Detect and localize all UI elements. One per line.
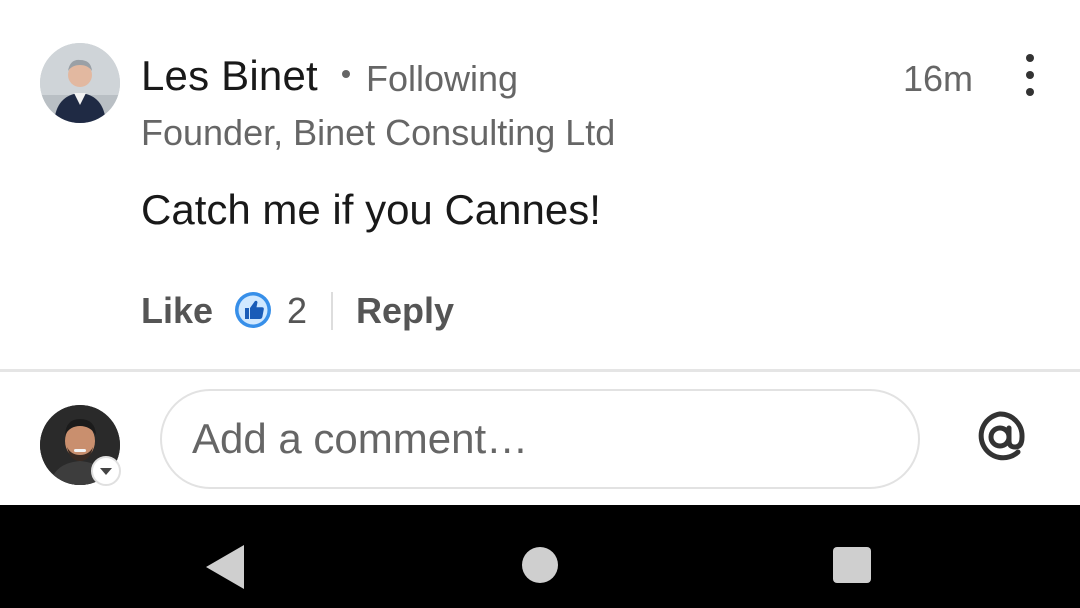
author-avatar[interactable] <box>40 43 120 123</box>
author-headline: Founder, Binet Consulting Ltd <box>141 112 616 153</box>
thumbs-up-reaction-icon[interactable] <box>234 291 272 329</box>
switch-identity-chevron-down-icon[interactable] <box>91 456 121 486</box>
home-circle-icon[interactable] <box>522 547 558 583</box>
menu-dot <box>1026 71 1034 79</box>
like-button[interactable]: Like <box>141 290 213 332</box>
author-name[interactable]: Les Binet <box>141 52 318 100</box>
follow-status: Following <box>366 58 519 99</box>
menu-dot <box>1026 54 1034 62</box>
comment-text: Catch me if you Cannes! <box>141 186 601 233</box>
comment-input[interactable] <box>160 389 920 489</box>
system-navigation-bar <box>0 505 1080 608</box>
more-options-icon[interactable] <box>1014 54 1046 96</box>
at-sign-icon[interactable] <box>972 408 1028 466</box>
action-divider <box>331 292 333 330</box>
recents-square-icon[interactable] <box>833 547 871 583</box>
section-divider <box>0 369 1080 372</box>
comment-card: Les Binet Following 16m Founder, Binet C… <box>0 0 1080 370</box>
back-triangle-icon[interactable] <box>206 545 244 589</box>
comment-input-field[interactable] <box>162 391 918 487</box>
author-photo <box>40 43 120 123</box>
menu-dot <box>1026 88 1034 96</box>
reaction-count[interactable]: 2 <box>287 290 307 332</box>
reply-button[interactable]: Reply <box>356 290 454 332</box>
comment-timestamp: 16m <box>903 58 974 99</box>
separator-dot <box>342 70 350 78</box>
